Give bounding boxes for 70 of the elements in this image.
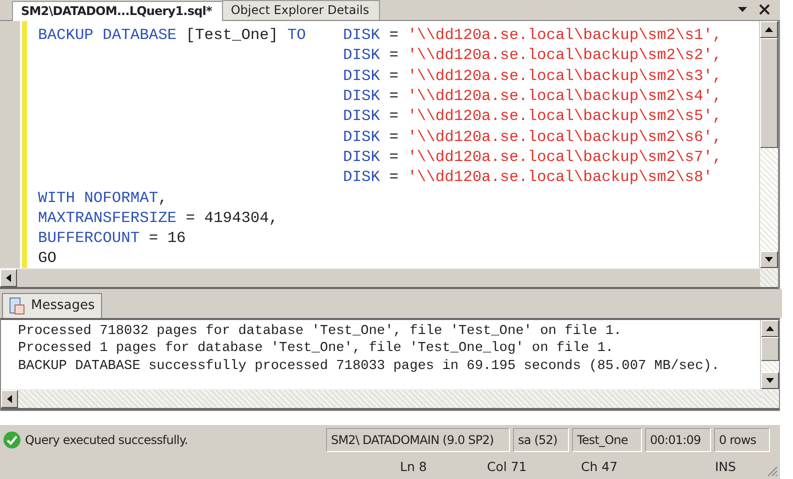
code-token: , xyxy=(158,188,168,207)
code-token: '\\dd120a.se.local\backup\sm2\s1', xyxy=(408,26,722,44)
code-token: DISK xyxy=(343,148,381,166)
status-cell: 0 rows xyxy=(714,428,770,452)
position-indicator: Ch 47 xyxy=(581,459,618,474)
scroll-track[interactable] xyxy=(761,360,779,372)
code-token: GO xyxy=(38,249,56,268)
messages-tab[interactable]: Messages xyxy=(2,292,102,318)
code-token: '\\dd120a.se.local\backup\sm2\s5', xyxy=(408,107,722,126)
position-indicator: INS xyxy=(715,459,736,474)
code-token: '\\dd120a.se.local\backup\sm2\s2', xyxy=(408,46,722,64)
status-message: Query executed successfully. xyxy=(25,432,188,447)
message-line: BACKUP DATABASE successfully processed 718033 pages in 69.195 seconds (85.007 MB/sec). xyxy=(18,358,721,376)
message-line: Processed 1 pages for database 'Test_One', file 'Test_One_log' on file 1. xyxy=(18,340,615,358)
code-token: DISK xyxy=(343,46,381,64)
dropdown-icon[interactable] xyxy=(738,7,747,12)
code-token: WITH NOFORMAT xyxy=(38,188,158,207)
document-tab[interactable]: Object Explorer Details xyxy=(222,0,380,20)
code-token: BUFFERCOUNT xyxy=(38,229,141,248)
code-token: = xyxy=(389,128,400,146)
code-token: DISK xyxy=(343,107,381,126)
code-token: DISK xyxy=(343,66,381,85)
status-cell: SM2\ DATADOMAIN (9.0 SP2) xyxy=(326,428,510,452)
up-arrow-icon[interactable] xyxy=(766,326,774,331)
left-arrow-icon[interactable] xyxy=(7,395,12,404)
up-arrow-icon[interactable] xyxy=(765,27,773,32)
code-token: = xyxy=(389,66,400,85)
vertical-scrollbar[interactable] xyxy=(759,21,778,268)
code-token: '\\dd120a.se.local\backup\sm2\s7', xyxy=(408,148,722,166)
code-token: = 16 xyxy=(148,229,186,248)
code-token: '\\dd120a.se.local\backup\sm2\s8' xyxy=(408,168,712,186)
code-token: [Test_One] xyxy=(186,26,280,44)
document-tab[interactable]: SM2\DATADOM...LQuery1.sql* xyxy=(12,1,223,22)
code-token: DISK xyxy=(343,128,381,146)
code-token: '\\dd120a.se.local\backup\sm2\s6', xyxy=(408,128,722,146)
close-icon[interactable] xyxy=(759,4,770,16)
code-token: DISK xyxy=(343,26,381,44)
code-token: = xyxy=(389,168,400,186)
code-token: DISK xyxy=(343,87,381,106)
code-token: = xyxy=(389,148,400,166)
code-token: DISK xyxy=(343,168,381,186)
code-token: MAXTRANSFERSIZE xyxy=(38,208,178,227)
message-line: Processed 718032 pages for database 'Test_One', file 'Test_One' on file 1. xyxy=(18,322,623,340)
code-token: BACKUP DATABASE xyxy=(38,26,178,44)
horizontal-scrollbar[interactable] xyxy=(0,268,778,290)
down-arrow-icon[interactable] xyxy=(765,257,773,262)
resize-grip-icon[interactable] xyxy=(766,465,778,478)
status-cell: sa (52) xyxy=(513,428,569,452)
vertical-scrollbar[interactable] xyxy=(760,320,779,390)
code-token: = 4194304, xyxy=(186,208,278,227)
left-arrow-icon[interactable] xyxy=(6,274,11,282)
code-token: = xyxy=(389,26,400,44)
scrollbar-corner xyxy=(761,390,779,408)
position-indicator: Ln 8 xyxy=(400,459,427,474)
down-arrow-icon[interactable] xyxy=(766,378,774,384)
scroll-thumb[interactable] xyxy=(761,336,779,361)
code-token: TO xyxy=(287,26,306,44)
messages-icon xyxy=(9,296,25,315)
success-check-icon xyxy=(3,430,21,449)
position-indicator: Col 71 xyxy=(487,459,527,474)
code-token: '\\dd120a.se.local\backup\sm2\s3', xyxy=(408,66,722,85)
horizontal-scrollbar[interactable] xyxy=(1,389,779,410)
scroll-thumb[interactable] xyxy=(760,38,778,148)
status-cell: 00:01:09 xyxy=(645,428,711,452)
code-token: = xyxy=(389,87,400,106)
status-cell: Test_One xyxy=(572,428,642,452)
code-token: '\\dd120a.se.local\backup\sm2\s4', xyxy=(408,87,722,106)
scrollbar-corner xyxy=(760,269,778,288)
code-token: = xyxy=(389,107,400,126)
code-token: = xyxy=(389,46,400,64)
